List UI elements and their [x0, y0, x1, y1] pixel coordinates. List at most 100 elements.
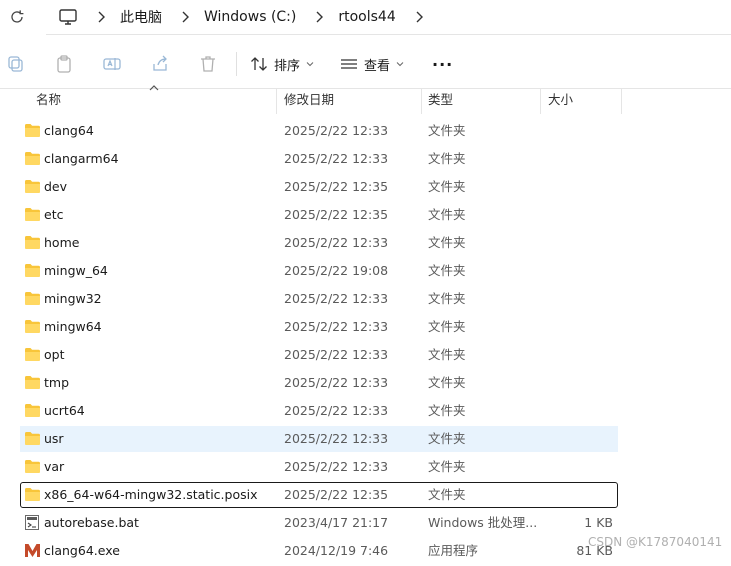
- sort-label: 排序: [274, 58, 301, 74]
- rename-icon[interactable]: [102, 54, 122, 74]
- table-row[interactable]: x86_64-w64-mingw32.static.posix 2025/2/22…: [0, 482, 731, 510]
- batch-file-icon: [24, 515, 41, 530]
- folder-icon: [24, 375, 41, 390]
- chevron-right-icon[interactable]: [312, 10, 326, 24]
- address-bar: 此电脑 Windows (C:) rtools44: [0, 0, 731, 35]
- column-divider[interactable]: [621, 88, 622, 114]
- folder-icon: [24, 235, 41, 250]
- column-divider[interactable]: [540, 88, 541, 114]
- column-divider[interactable]: [421, 88, 422, 114]
- view-label: 查看: [364, 58, 391, 74]
- file-name[interactable]: clang64: [44, 118, 94, 144]
- file-date-modified: 2025/2/22 12:33: [284, 291, 389, 306]
- file-type: 文件夹: [428, 403, 466, 418]
- delete-icon[interactable]: [198, 54, 218, 74]
- file-name[interactable]: x86_64-w64-mingw32.static.posix: [44, 482, 257, 508]
- file-date-modified: 2025/2/22 12:35: [284, 487, 389, 502]
- file-name[interactable]: clangarm64: [44, 146, 119, 172]
- more-options-button[interactable]: ···: [432, 52, 453, 76]
- file-name[interactable]: mingw_64: [44, 258, 108, 284]
- column-divider[interactable]: [276, 88, 277, 114]
- file-type: 文件夹: [428, 375, 466, 390]
- breadcrumb-drive-c[interactable]: Windows (C:): [204, 9, 296, 25]
- file-name[interactable]: mingw32: [44, 286, 102, 312]
- file-name[interactable]: home: [44, 230, 79, 256]
- column-name[interactable]: 名称: [36, 88, 61, 114]
- folder-icon: [24, 179, 41, 194]
- file-name[interactable]: autorebase.bat: [44, 510, 139, 536]
- view-list-icon: [341, 59, 357, 69]
- file-name[interactable]: clang64.exe: [44, 538, 120, 564]
- file-size: 1 KB: [584, 515, 613, 530]
- column-date-modified[interactable]: 修改日期: [284, 88, 334, 114]
- file-name[interactable]: dev: [44, 174, 67, 200]
- sort-icon: [251, 57, 267, 71]
- table-row[interactable]: etc 2025/2/22 12:35 文件夹: [0, 202, 731, 230]
- file-type: Windows 批处理...: [428, 515, 538, 530]
- file-type: 文件夹: [428, 235, 466, 250]
- column-type[interactable]: 类型: [428, 88, 453, 114]
- chevron-right-icon[interactable]: [178, 10, 192, 24]
- table-row[interactable]: mingw64 2025/2/22 12:33 文件夹: [0, 314, 731, 342]
- table-row[interactable]: dev 2025/2/22 12:35 文件夹: [0, 174, 731, 202]
- folder-icon: [24, 347, 41, 362]
- table-row[interactable]: clangarm64 2025/2/22 12:33 文件夹: [0, 146, 731, 174]
- copy-icon[interactable]: [6, 54, 26, 74]
- file-type: 文件夹: [428, 431, 466, 446]
- file-name[interactable]: ucrt64: [44, 398, 85, 424]
- folder-icon: [24, 487, 41, 502]
- file-type: 文件夹: [428, 487, 466, 502]
- folder-icon: [24, 319, 41, 334]
- file-list: clang64 2025/2/22 12:33 文件夹 clangarm64 2025/…: [0, 118, 731, 566]
- sort-button[interactable]: 排序: [250, 52, 320, 76]
- table-row[interactable]: usr 2025/2/22 12:33 文件夹: [0, 426, 731, 454]
- breadcrumb[interactable]: 此电脑 Windows (C:) rtools44: [46, 0, 731, 35]
- table-row[interactable]: clang64 2025/2/22 12:33 文件夹: [0, 118, 731, 146]
- share-icon[interactable]: [150, 54, 170, 74]
- file-type: 文件夹: [428, 151, 466, 166]
- chevron-right-icon[interactable]: [94, 10, 108, 24]
- folder-icon: [24, 263, 41, 278]
- table-row[interactable]: tmp 2025/2/22 12:33 文件夹: [0, 370, 731, 398]
- file-date-modified: 2025/2/22 12:33: [284, 123, 389, 138]
- breadcrumb-this-pc[interactable]: 此电脑: [120, 7, 162, 27]
- file-type: 应用程序: [428, 543, 479, 558]
- file-name[interactable]: mingw64: [44, 314, 102, 340]
- file-type: 文件夹: [428, 263, 466, 278]
- folder-icon: [24, 123, 41, 138]
- table-row[interactable]: ucrt64 2025/2/22 12:33 文件夹: [0, 398, 731, 426]
- file-date-modified: 2025/2/22 12:33: [284, 319, 389, 334]
- file-date-modified: 2023/4/17 21:17: [284, 515, 389, 530]
- column-size[interactable]: 大小: [548, 88, 573, 114]
- file-name[interactable]: etc: [44, 202, 63, 228]
- file-name[interactable]: tmp: [44, 370, 69, 396]
- file-date-modified: 2025/2/22 12:33: [284, 459, 389, 474]
- table-row[interactable]: home 2025/2/22 12:33 文件夹: [0, 230, 731, 258]
- paste-icon[interactable]: [54, 54, 74, 74]
- table-row[interactable]: mingw32 2025/2/22 12:33 文件夹: [0, 286, 731, 314]
- table-row[interactable]: mingw_64 2025/2/22 19:08 文件夹: [0, 258, 731, 286]
- table-row[interactable]: autorebase.bat 2023/4/17 21:17 Windows 批处理…: [0, 510, 731, 538]
- watermark: CSDN @K1787040141: [588, 535, 723, 549]
- file-type: 文件夹: [428, 291, 466, 306]
- folder-icon: [24, 151, 41, 166]
- folder-icon: [24, 431, 41, 446]
- chevron-right-icon[interactable]: [412, 10, 426, 24]
- folder-icon: [24, 459, 41, 474]
- table-row[interactable]: var 2025/2/22 12:33 文件夹: [0, 454, 731, 482]
- file-type: 文件夹: [428, 459, 466, 474]
- file-date-modified: 2025/2/22 12:35: [284, 207, 389, 222]
- breadcrumb-rtools44[interactable]: rtools44: [338, 9, 395, 25]
- view-button[interactable]: 查看: [340, 52, 410, 76]
- file-name[interactable]: opt: [44, 342, 64, 368]
- file-date-modified: 2025/2/22 12:35: [284, 179, 389, 194]
- refresh-icon[interactable]: [8, 8, 26, 26]
- file-type: 文件夹: [428, 319, 466, 334]
- file-date-modified: 2024/12/19 7:46: [284, 543, 389, 558]
- file-name[interactable]: var: [44, 454, 64, 480]
- table-row[interactable]: opt 2025/2/22 12:33 文件夹: [0, 342, 731, 370]
- folder-icon: [24, 207, 41, 222]
- column-header: 名称 修改日期 类型 大小: [0, 85, 731, 114]
- file-name[interactable]: usr: [44, 426, 64, 452]
- file-date-modified: 2025/2/22 19:08: [284, 263, 389, 278]
